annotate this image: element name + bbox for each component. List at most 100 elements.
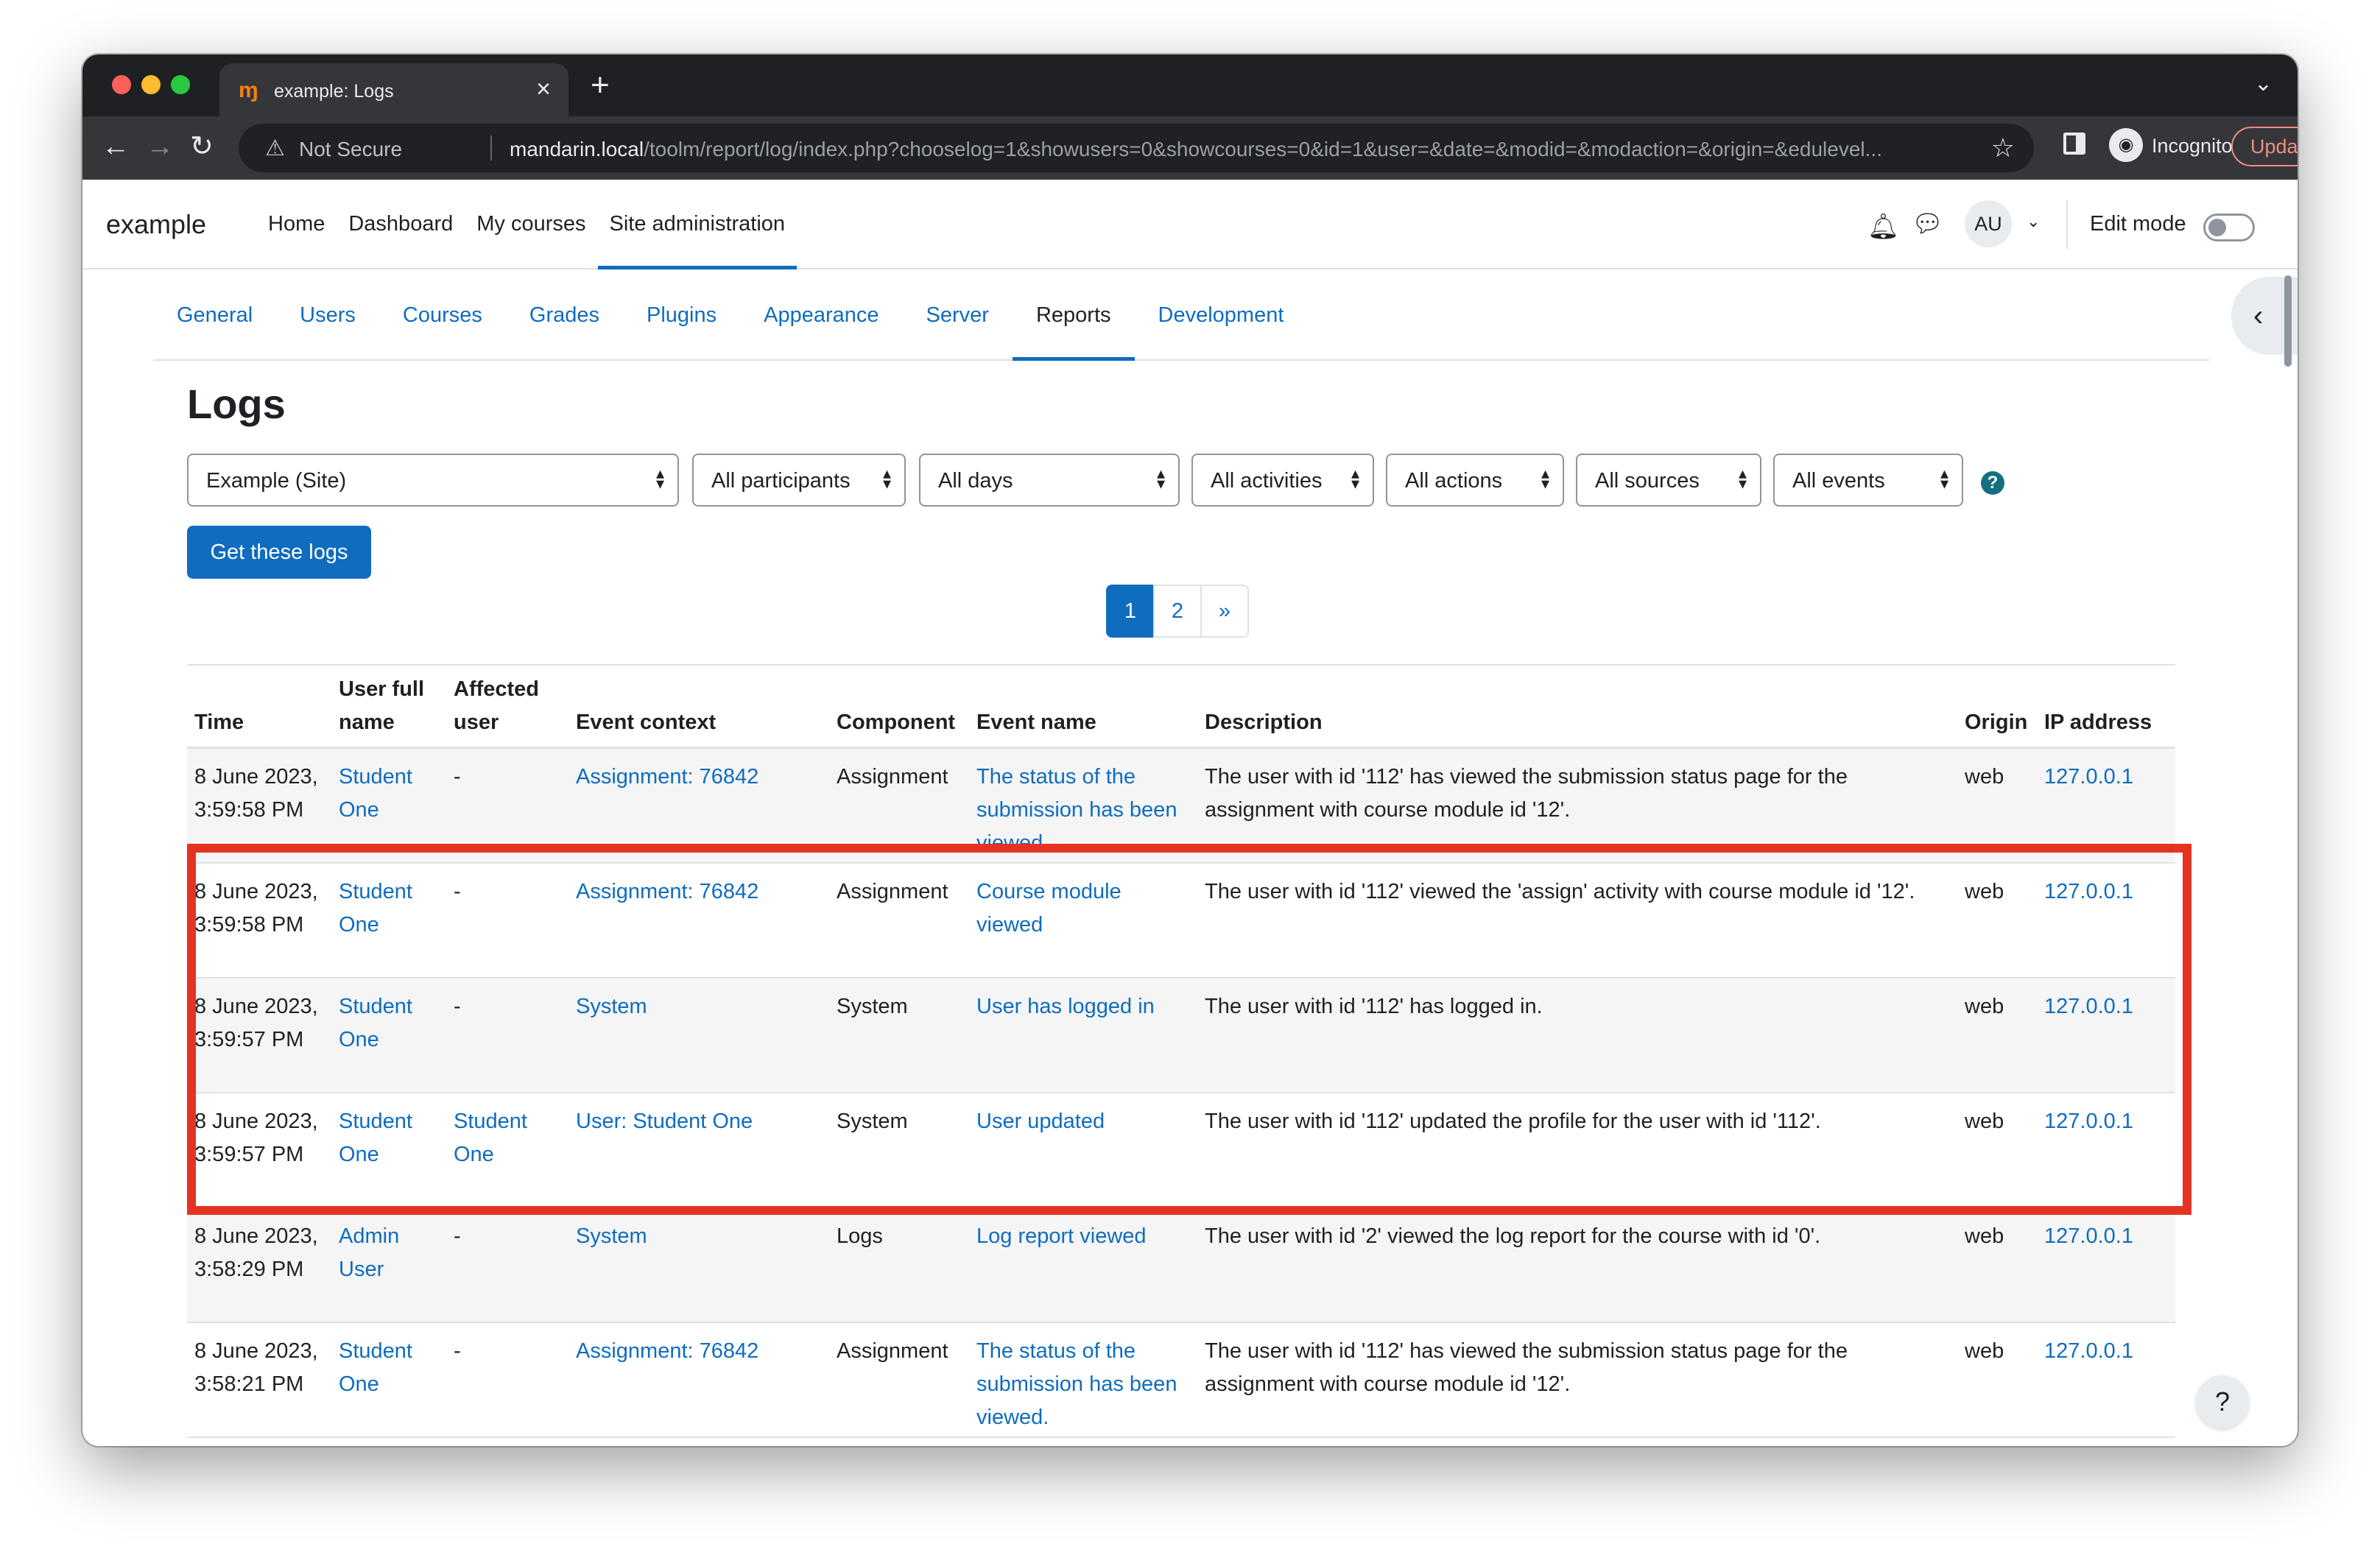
minimize-window-button[interactable]: [141, 75, 161, 94]
column-header-component[interactable]: Component: [829, 664, 969, 749]
context-link[interactable]: System: [568, 977, 829, 1093]
table-header-row: Time User full name Affected user Event …: [187, 664, 2175, 749]
tab-courses[interactable]: Courses: [379, 269, 506, 361]
activities-select[interactable]: All activities ▴ ▾: [1191, 454, 1374, 507]
ip-address-link[interactable]: 127.0.0.1: [2037, 1207, 2175, 1323]
update-button[interactable]: Update ⋮: [2231, 127, 2298, 166]
browser-toolbar: ← → ↻ ⚠ Not Secure mandarin.local/toolm/…: [82, 116, 2298, 180]
user-link[interactable]: Student One: [331, 1322, 446, 1438]
user-link[interactable]: Admin User: [331, 1207, 446, 1323]
address-bar[interactable]: ⚠ Not Secure mandarin.local/toolm/report…: [239, 124, 2034, 172]
affected-user-link[interactable]: Student One: [446, 1092, 568, 1208]
event-name-cell: The status of the submission has been vi…: [969, 1322, 1197, 1438]
tab-grades[interactable]: Grades: [506, 269, 623, 361]
event-name-link[interactable]: Log report viewed: [969, 1207, 1197, 1323]
column-header-affected-user[interactable]: Affected user: [446, 664, 568, 749]
participants-select[interactable]: All participants ▴ ▾: [692, 454, 906, 507]
tab-general[interactable]: General: [153, 269, 276, 361]
site-brand[interactable]: example: [106, 209, 206, 240]
ip-address-link[interactable]: 127.0.0.1: [2037, 1322, 2175, 1438]
page-link-next[interactable]: »: [1200, 585, 1249, 638]
new-tab-icon[interactable]: +: [591, 69, 610, 102]
event-name-link[interactable]: User updated: [969, 1092, 1197, 1208]
activities-select-value: All activities: [1211, 469, 1323, 493]
sources-select[interactable]: All sources ▴ ▾: [1576, 454, 1761, 507]
incognito-icon[interactable]: ◉: [2109, 128, 2143, 162]
avatar[interactable]: AU: [1965, 200, 2012, 247]
incognito-label: Incognito: [2152, 135, 2233, 157]
not-secure-label[interactable]: Not Secure: [299, 138, 402, 161]
description-cell: The user with id '112' has viewed the su…: [1197, 1322, 1957, 1438]
back-arrow-icon[interactable]: ←: [102, 130, 130, 163]
context-link[interactable]: User: Student One: [568, 1092, 829, 1208]
tab-close-icon[interactable]: ×: [536, 77, 551, 102]
bookmark-star-icon[interactable]: ☆: [1991, 133, 2015, 163]
time-cell: 8 June 2023, 3:59:58 PM: [187, 862, 331, 979]
tab-plugins[interactable]: Plugins: [623, 269, 740, 361]
user-link[interactable]: Student One: [331, 747, 446, 864]
get-these-logs-button[interactable]: Get these logs: [187, 526, 371, 579]
primary-navigation: Home Dashboard My courses Site administr…: [256, 180, 798, 269]
user-link[interactable]: Student One: [331, 1092, 446, 1208]
tab-server[interactable]: Server: [903, 269, 1013, 361]
floating-help-button[interactable]: ?: [2196, 1375, 2249, 1428]
context-link[interactable]: Assignment: 76842: [568, 862, 829, 979]
event-name-link[interactable]: User has logged in: [969, 977, 1197, 1093]
table-row: 8 June 2023, 3:59:57 PM Student One Stud…: [187, 1092, 2175, 1208]
nav-my-courses[interactable]: My courses: [465, 180, 597, 269]
forward-arrow-icon[interactable]: →: [146, 130, 174, 163]
ip-address-link[interactable]: 127.0.0.1: [2037, 862, 2175, 979]
column-header-origin[interactable]: Origin: [1957, 664, 2037, 749]
ip-address-link[interactable]: 127.0.0.1: [2037, 977, 2175, 1093]
omnibox-divider: [490, 135, 492, 161]
user-link[interactable]: Student One: [331, 977, 446, 1093]
page-link-1[interactable]: 1: [1106, 585, 1155, 638]
tab-reports[interactable]: Reports: [1012, 269, 1135, 361]
table-row: 8 June 2023, 3:59:58 PM Student One - As…: [187, 862, 2175, 979]
select-arrows-icon: ▴ ▾: [1351, 464, 1359, 493]
events-select[interactable]: All events ▴ ▾: [1773, 454, 1963, 507]
column-header-event-context[interactable]: Event context: [568, 664, 829, 749]
event-name-link[interactable]: The status of the submission has been vi…: [976, 761, 1190, 860]
ip-address-link[interactable]: 127.0.0.1: [2037, 747, 2175, 864]
tab-development[interactable]: Development: [1135, 269, 1308, 361]
time-value: 8 June 2023, 3:59:57 PM: [194, 994, 318, 1051]
user-link[interactable]: Student One: [331, 862, 446, 979]
nav-home[interactable]: Home: [256, 180, 337, 269]
context-link[interactable]: Assignment: 76842: [568, 747, 829, 864]
page-link-2[interactable]: 2: [1153, 585, 1202, 638]
chevron-down-icon[interactable]: ⌄: [2027, 212, 2040, 231]
nav-site-administration[interactable]: Site administration: [597, 180, 798, 269]
context-link[interactable]: Assignment: 76842: [568, 1322, 829, 1438]
help-question-icon[interactable]: ?: [1981, 471, 2004, 495]
event-name-link[interactable]: The status of the submission has been vi…: [976, 1335, 1190, 1434]
column-header-user-full-name[interactable]: User full name: [331, 664, 446, 749]
actions-select[interactable]: All actions ▴ ▾: [1386, 454, 1564, 507]
column-header-ip-address[interactable]: IP address: [2037, 664, 2175, 749]
column-header-event-name[interactable]: Event name: [969, 664, 1197, 749]
tab-search-icon[interactable]: ⌄: [2254, 71, 2272, 96]
browser-tab[interactable]: ɱ example: Logs ×: [219, 63, 568, 116]
side-panel-icon[interactable]: [2063, 133, 2085, 155]
nav-dashboard[interactable]: Dashboard: [337, 180, 465, 269]
course-select[interactable]: Example (Site) ▴ ▾: [187, 454, 679, 507]
edit-mode-toggle[interactable]: [2203, 214, 2255, 241]
tab-title: example: Logs: [274, 81, 394, 102]
context-link[interactable]: System: [568, 1207, 829, 1323]
column-header-description[interactable]: Description: [1197, 664, 1957, 749]
maximize-window-button[interactable]: [171, 75, 190, 94]
ip-address-link[interactable]: 127.0.0.1: [2037, 1092, 2175, 1208]
time-value: 8 June 2023, 3:59:57 PM: [194, 1109, 318, 1166]
reload-icon[interactable]: ↻: [190, 130, 214, 163]
column-header-time[interactable]: Time: [187, 664, 331, 749]
tab-users[interactable]: Users: [276, 269, 379, 361]
days-select[interactable]: All days ▴ ▾: [919, 454, 1180, 507]
close-window-button[interactable]: [112, 75, 131, 94]
bell-icon[interactable]: 🔔︎: [1867, 212, 1899, 241]
chat-bubble-icon[interactable]: 💬︎: [1912, 209, 1943, 239]
url-text[interactable]: mandarin.local/toolm/report/log/index.ph…: [510, 138, 1968, 161]
affected-user-cell: -: [446, 977, 568, 1093]
page-scrollbar[interactable]: [2284, 275, 2292, 367]
tab-appearance[interactable]: Appearance: [740, 269, 902, 361]
event-name-link[interactable]: Course module viewed: [969, 862, 1197, 979]
